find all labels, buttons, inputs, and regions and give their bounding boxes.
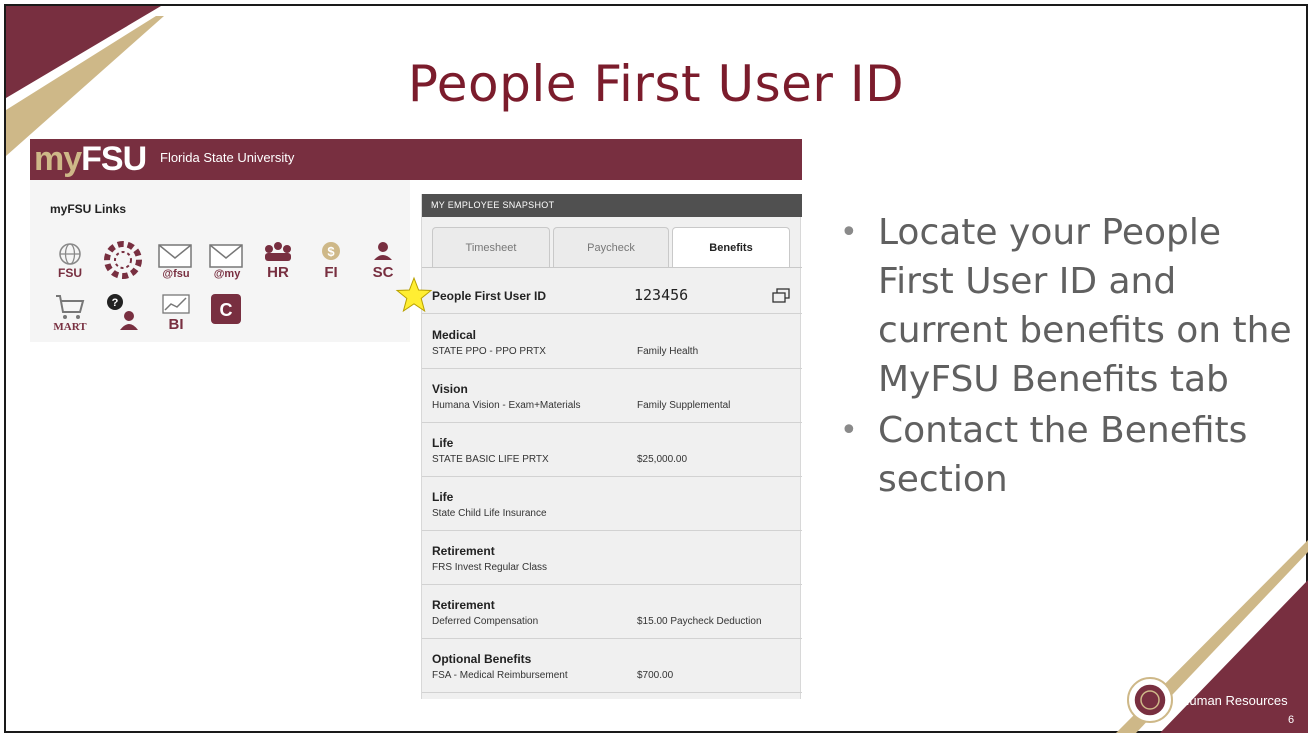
snapshot-header: MY EMPLOYEE SNAPSHOT <box>422 194 802 217</box>
logo-fsu-text: FSU <box>81 140 147 178</box>
links-title: myFSU Links <box>50 202 127 216</box>
tab-paycheck[interactable]: Paycheck <box>553 227 669 267</box>
university-name: Florida State University <box>160 150 295 165</box>
svg-text:FI: FI <box>324 264 337 280</box>
benefit-coverage: Family Health <box>637 346 699 357</box>
benefit-row: Vision Humana Vision - Exam+Materials Fa… <box>422 369 802 423</box>
benefit-plan: Deferred Compensation <box>432 616 539 627</box>
person-sc-icon[interactable]: SC <box>363 240 403 280</box>
user-id-row: People First User ID 123456 <box>422 278 802 314</box>
svg-text:MART: MART <box>53 321 87 332</box>
svg-text:FSU: FSU <box>58 266 82 280</box>
svg-text:$: $ <box>327 244 335 259</box>
user-id-label: People First User ID <box>432 289 547 303</box>
bullet-item: • Locate your People First User ID and c… <box>840 208 1300 404</box>
chart-bi-icon[interactable]: BI <box>156 292 196 332</box>
bullet-text: Locate your People First User ID and cur… <box>878 212 1292 400</box>
benefit-coverage: Family Supplemental <box>637 400 731 411</box>
benefit-coverage: $700.00 <box>637 670 674 681</box>
logo-my-text: my <box>34 140 82 178</box>
benefit-row: Retirement Deferred Compensation $15.00 … <box>422 585 802 639</box>
benefit-plan: FSA - Medical Reimbursement <box>432 670 568 681</box>
mail-fsu-icon[interactable]: @fsu <box>156 240 196 280</box>
svg-text:HR: HR <box>267 264 289 280</box>
benefit-plan: FRS Invest Regular Class <box>432 562 548 573</box>
tab-timesheet[interactable]: Timesheet <box>432 227 550 267</box>
canvas-ring-icon[interactable] <box>103 240 143 280</box>
benefit-title: Life <box>432 490 454 504</box>
employee-snapshot-panel: MY EMPLOYEE SNAPSHOT Timesheet Paycheck … <box>421 194 802 699</box>
c-logo-icon[interactable]: C <box>209 292 249 332</box>
benefit-plan: Humana Vision - Exam+Materials <box>432 400 581 411</box>
benefit-title: Life <box>432 436 454 450</box>
benefit-row: Retirement FRS Invest Regular Class <box>422 531 802 585</box>
benefit-row: Optional Benefits FSA - Medical Reimburs… <box>422 639 802 693</box>
svg-text:@my: @my <box>214 268 242 280</box>
people-hr-icon[interactable]: HR <box>258 240 298 280</box>
money-fi-icon[interactable]: $ FI <box>311 240 351 280</box>
myfsu-logo[interactable]: myFSU <box>34 139 147 179</box>
user-id-value: 123456 <box>634 286 689 304</box>
bullet-dot-icon: • <box>840 215 858 250</box>
svg-text:C: C <box>220 300 233 320</box>
benefit-plan: State Child Life Insurance <box>432 508 547 519</box>
mail-my-icon[interactable]: @my <box>207 240 247 280</box>
benefit-row: Life State Child Life Insurance <box>422 477 802 531</box>
myfsu-header-bar: myFSU Florida State University <box>30 139 802 180</box>
benefit-row: Life STATE BASIC LIFE PRTX $25,000.00 <box>422 423 802 477</box>
footer-label: Human Resources <box>1180 693 1288 708</box>
benefit-coverage: $15.00 Paycheck Deduction <box>637 616 762 627</box>
benefit-title: Vision <box>432 382 468 396</box>
svg-text:SC: SC <box>373 264 394 280</box>
popout-icon[interactable] <box>772 288 790 304</box>
benefit-row: Medical STATE PPO - PPO PRTX Family Heal… <box>422 315 802 369</box>
svg-text:BI: BI <box>169 316 184 332</box>
bullet-list: • Locate your People First User ID and c… <box>840 208 1300 506</box>
svg-text:@fsu: @fsu <box>162 268 189 280</box>
benefit-title: Retirement <box>432 544 495 558</box>
globe-fsu-icon[interactable]: FSU <box>50 240 90 280</box>
bullet-text: Contact the Benefits section <box>878 410 1248 500</box>
benefit-title: Optional Benefits <box>432 652 532 666</box>
myfsu-links-panel: myFSU Links FSU @fsu @my HR $ FI SC MART… <box>30 180 410 342</box>
bullet-item: • Contact the Benefits section <box>840 406 1300 504</box>
svg-text:?: ? <box>112 297 119 309</box>
help-person-icon[interactable]: ? <box>103 292 143 332</box>
benefit-title: Medical <box>432 328 477 342</box>
slide-title: People First User ID <box>407 55 905 113</box>
page-number: 6 <box>1288 714 1295 726</box>
fsu-seal-icon <box>1127 677 1173 723</box>
star-icon <box>395 276 433 313</box>
tab-benefits[interactable]: Benefits <box>672 227 790 268</box>
tab-divider <box>422 267 802 268</box>
benefit-plan: STATE BASIC LIFE PRTX <box>432 454 549 465</box>
bullet-dot-icon: • <box>840 413 858 448</box>
benefit-title: Retirement <box>432 598 495 612</box>
cart-mart-icon[interactable]: MART <box>50 292 90 332</box>
benefit-plan: STATE PPO - PPO PRTX <box>432 346 546 357</box>
benefit-coverage: $25,000.00 <box>637 454 688 465</box>
